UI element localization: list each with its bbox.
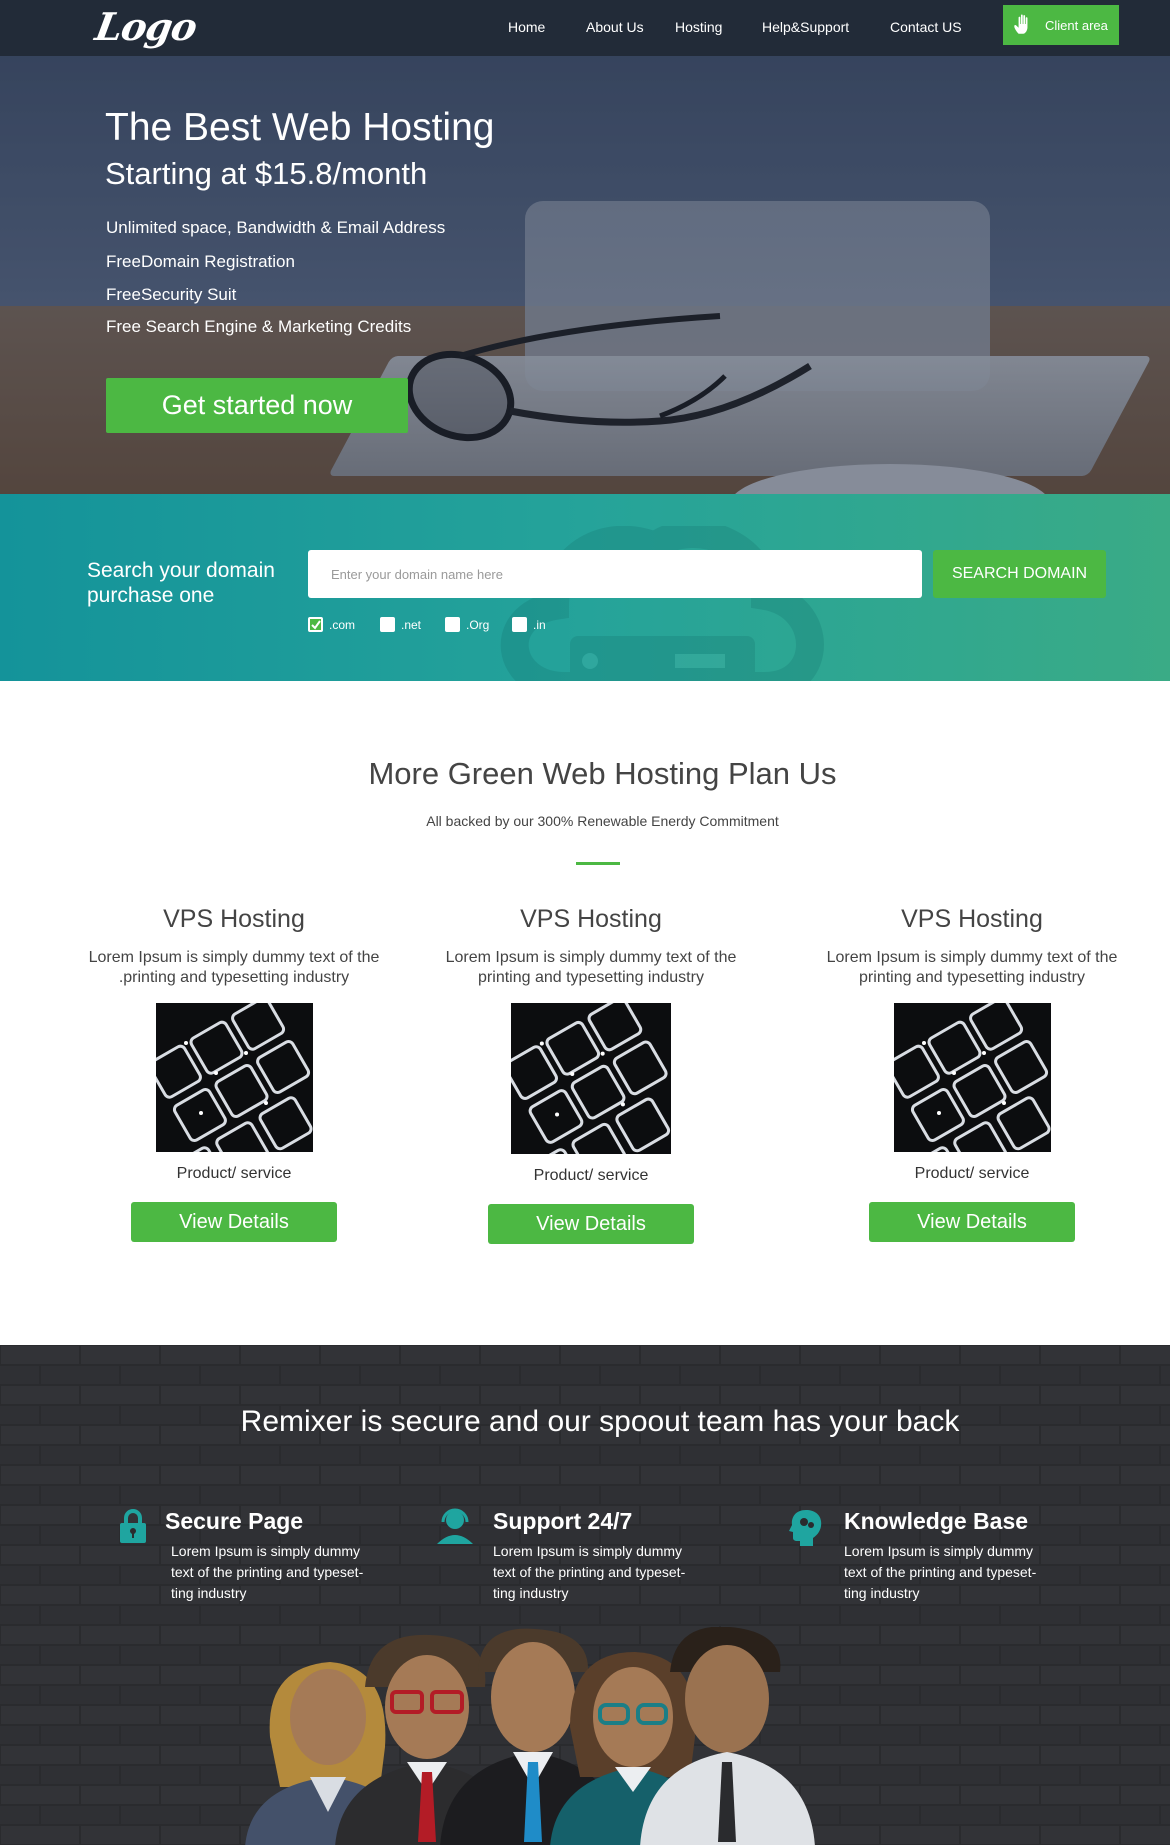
domain-search-label: Search your domain purchase one [87,559,275,607]
plan-card: VPS Hosting Lorem Ipsum is simply dummy … [426,905,756,1244]
checkbox-checked-icon [308,617,323,632]
nav-link-help-support[interactable]: Help&Support [762,19,849,35]
nav-link-contact[interactable]: Contact US [890,19,962,35]
plan-title: VPS Hosting [520,905,662,933]
tld-checkbox-in[interactable]: .in [512,617,546,632]
plan-product-label: Product/ service [533,1167,649,1184]
get-started-button[interactable]: Get started now [106,378,408,433]
brain-head-icon [789,1508,823,1551]
plan-card: VPS Hosting Lorem Ipsum is simply dummy … [69,905,399,1242]
feature-title: Knowledge Base [844,1508,1029,1534]
section-divider [576,862,620,865]
plan-keyboard-image [893,1003,1051,1152]
domain-search-section: Search your domain purchase one SEARCH D… [0,494,1170,681]
view-details-button[interactable]: View Details [488,1204,694,1244]
hero-feature-item: FreeDomain Registration [106,252,295,271]
nav-link-about[interactable]: About Us [586,19,644,35]
client-area-label: Client area [1045,17,1108,33]
tld-checkbox-com[interactable]: .com [308,617,355,632]
feature-description: Lorem Ipsum is simply dummy text of the … [493,1543,686,1601]
plan-product-label: Product/ service [914,1165,1030,1182]
tld-label: .Org [466,617,490,632]
feature-description: Lorem Ipsum is simply dummy text of the … [171,1543,364,1601]
plan-keyboard-image [155,1003,313,1152]
domain-search-input[interactable] [308,550,922,598]
plans-section-title: More Green Web Hosting Plan Us [368,756,837,791]
tld-label: .in [533,617,546,632]
hero-title: The Best Web Hosting [105,106,495,149]
feature-title: Secure Page [165,1508,304,1534]
view-details-button[interactable]: View Details [869,1202,1075,1242]
feature-description: Lorem Ipsum is simply dummy text of the … [844,1543,1037,1601]
tld-checkbox-net[interactable]: .net [380,617,421,632]
hand-icon [1011,11,1037,40]
nav-link-home[interactable]: Home [508,19,545,35]
plan-title: VPS Hosting [901,905,1043,933]
hero-section: The Best Web Hosting Starting at $15.8/m… [0,56,1170,494]
feature-title: Support 24/7 [493,1508,633,1534]
plan-title: VPS Hosting [163,905,305,933]
tld-label: .net [401,617,422,632]
nav-link-hosting[interactable]: Hosting [675,19,722,35]
hero-feature-item: Free Search Engine & Marketing Credits [106,317,412,336]
plan-product-label: Product/ service [176,1165,292,1182]
search-domain-button[interactable]: SEARCH DOMAIN [933,550,1106,598]
client-area-button[interactable]: Client area [1003,5,1119,45]
checkbox-unchecked-icon [512,617,527,632]
top-navbar: Logo Home About Us Hosting Help&Support … [0,0,1170,56]
plan-keyboard-image [511,1003,671,1154]
view-details-button[interactable]: View Details [131,1202,337,1242]
nav-links: Home About Us Hosting Help&Support Conta… [0,0,1170,56]
tld-checkbox-org[interactable]: .Org [445,617,489,632]
plan-description: Lorem Ipsum is simply dummy text of the … [88,949,380,986]
plan-description: Lorem Ipsum is simply dummy text of the … [445,949,737,986]
hero-subtitle: Starting at $15.8/month [105,156,428,191]
lock-icon [118,1508,148,1549]
security-team-section: Remixer is secure and our spoout team ha… [0,1345,1170,1845]
support-team-illustration [245,1627,815,1845]
plan-card: VPS Hosting Lorem Ipsum is simply dummy … [807,905,1137,1242]
hero-feature-item: FreeSecurity Suit [106,285,237,304]
tld-label: .com [329,617,356,632]
support-agent-icon [434,1508,476,1549]
checkbox-unchecked-icon [445,617,460,632]
security-section-title: Remixer is secure and our spoout team ha… [240,1405,960,1438]
plans-section-subtitle: All backed by our 300% Renewable Enerdy … [426,813,779,829]
plan-description: Lorem Ipsum is simply dummy text of the … [826,949,1118,986]
checkbox-unchecked-icon [380,617,395,632]
hero-feature-item: Unlimited space, Bandwidth & Email Addre… [106,218,446,237]
